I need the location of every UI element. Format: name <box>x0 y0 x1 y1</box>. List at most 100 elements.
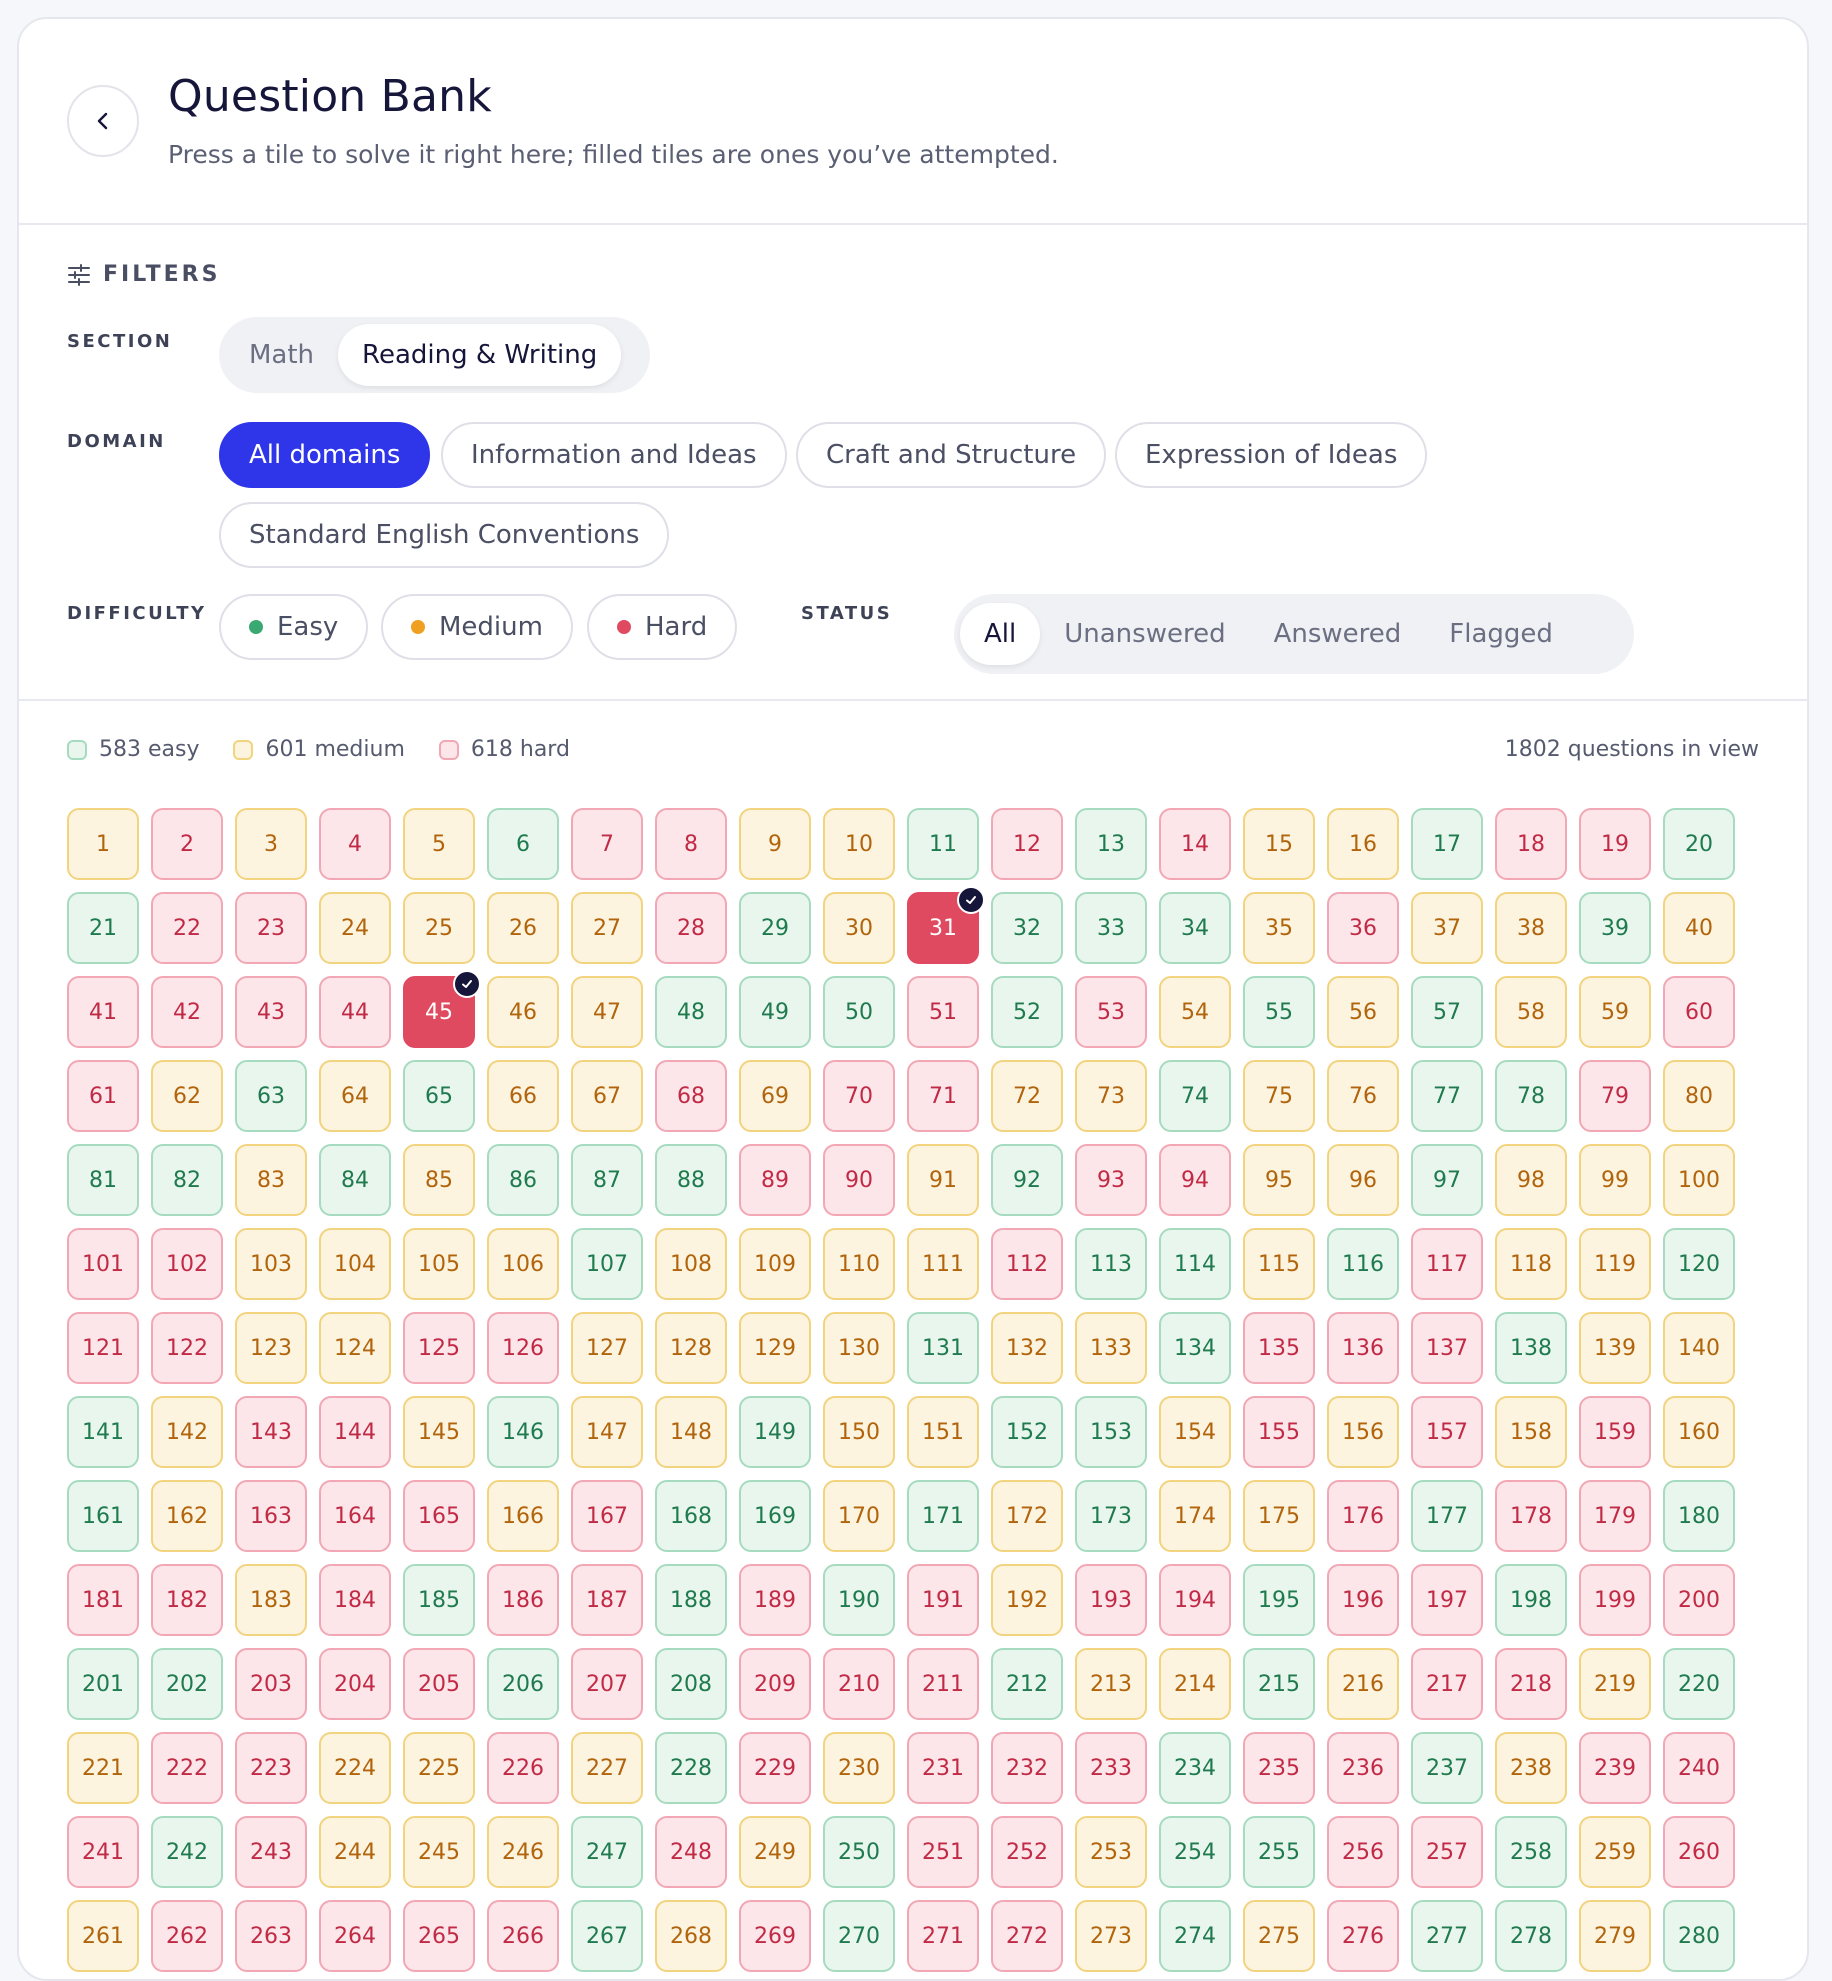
question-tile[interactable]: 91 <box>907 1144 979 1216</box>
question-tile[interactable]: 80 <box>1663 1060 1735 1132</box>
question-tile[interactable]: 23 <box>235 892 307 964</box>
question-tile[interactable]: 73 <box>1075 1060 1147 1132</box>
question-tile[interactable]: 20 <box>1663 808 1735 880</box>
question-tile[interactable]: 131 <box>907 1312 979 1384</box>
question-tile[interactable]: 53 <box>1075 976 1147 1048</box>
question-tile[interactable]: 214 <box>1159 1648 1231 1720</box>
section-option-math[interactable]: Math <box>225 324 338 386</box>
question-tile[interactable]: 242 <box>151 1816 223 1888</box>
question-tile[interactable]: 259 <box>1579 1816 1651 1888</box>
question-tile[interactable]: 108 <box>655 1228 727 1300</box>
question-tile[interactable]: 170 <box>823 1480 895 1552</box>
question-tile[interactable]: 177 <box>1411 1480 1483 1552</box>
question-tile[interactable]: 92 <box>991 1144 1063 1216</box>
question-tile[interactable]: 183 <box>235 1564 307 1636</box>
question-tile[interactable]: 139 <box>1579 1312 1651 1384</box>
question-tile[interactable]: 40 <box>1663 892 1735 964</box>
question-tile[interactable]: 229 <box>739 1732 811 1804</box>
question-tile[interactable]: 169 <box>739 1480 811 1552</box>
question-tile[interactable]: 26 <box>487 892 559 964</box>
question-tile[interactable]: 227 <box>571 1732 643 1804</box>
question-tile[interactable]: 191 <box>907 1564 979 1636</box>
question-tile[interactable]: 221 <box>67 1732 139 1804</box>
question-tile[interactable]: 194 <box>1159 1564 1231 1636</box>
question-tile[interactable]: 266 <box>487 1900 559 1972</box>
question-tile[interactable]: 161 <box>67 1480 139 1552</box>
question-tile[interactable]: 60 <box>1663 976 1735 1048</box>
question-tile[interactable]: 136 <box>1327 1312 1399 1384</box>
question-tile[interactable]: 69 <box>739 1060 811 1132</box>
question-tile[interactable]: 256 <box>1327 1816 1399 1888</box>
question-tile[interactable]: 188 <box>655 1564 727 1636</box>
question-tile[interactable]: 195 <box>1243 1564 1315 1636</box>
difficulty-chip-hard[interactable]: Hard <box>587 594 738 660</box>
question-tile[interactable]: 37 <box>1411 892 1483 964</box>
question-tile[interactable]: 103 <box>235 1228 307 1300</box>
question-tile[interactable]: 267 <box>571 1900 643 1972</box>
question-tile[interactable]: 205 <box>403 1648 475 1720</box>
question-tile[interactable]: 185 <box>403 1564 475 1636</box>
question-tile[interactable]: 106 <box>487 1228 559 1300</box>
question-tile[interactable]: 244 <box>319 1816 391 1888</box>
back-button[interactable] <box>67 85 139 157</box>
question-tile[interactable]: 249 <box>739 1816 811 1888</box>
question-tile[interactable]: 67 <box>571 1060 643 1132</box>
question-tile[interactable]: 120 <box>1663 1228 1735 1300</box>
question-tile[interactable]: 243 <box>235 1816 307 1888</box>
question-tile[interactable]: 76 <box>1327 1060 1399 1132</box>
question-tile[interactable]: 50 <box>823 976 895 1048</box>
question-tile[interactable]: 116 <box>1327 1228 1399 1300</box>
question-tile[interactable]: 47 <box>571 976 643 1048</box>
question-tile[interactable]: 111 <box>907 1228 979 1300</box>
question-tile[interactable]: 250 <box>823 1816 895 1888</box>
question-tile[interactable]: 132 <box>991 1312 1063 1384</box>
question-tile[interactable]: 246 <box>487 1816 559 1888</box>
question-tile[interactable]: 119 <box>1579 1228 1651 1300</box>
question-tile[interactable]: 57 <box>1411 976 1483 1048</box>
question-tile[interactable]: 160 <box>1663 1396 1735 1468</box>
question-tile[interactable]: 257 <box>1411 1816 1483 1888</box>
question-tile[interactable]: 123 <box>235 1312 307 1384</box>
question-tile[interactable]: 150 <box>823 1396 895 1468</box>
question-tile[interactable]: 125 <box>403 1312 475 1384</box>
question-tile[interactable]: 217 <box>1411 1648 1483 1720</box>
question-tile[interactable]: 280 <box>1663 1900 1735 1972</box>
question-tile[interactable]: 99 <box>1579 1144 1651 1216</box>
question-tile[interactable]: 247 <box>571 1816 643 1888</box>
question-tile[interactable]: 42 <box>151 976 223 1048</box>
question-tile[interactable]: 255 <box>1243 1816 1315 1888</box>
question-tile[interactable]: 12 <box>991 808 1063 880</box>
question-tile[interactable]: 184 <box>319 1564 391 1636</box>
question-tile[interactable]: 113 <box>1075 1228 1147 1300</box>
question-tile[interactable]: 252 <box>991 1816 1063 1888</box>
question-tile[interactable]: 74 <box>1159 1060 1231 1132</box>
status-option-all[interactable]: All <box>960 603 1041 665</box>
question-tile[interactable]: 143 <box>235 1396 307 1468</box>
question-tile[interactable]: 231 <box>907 1732 979 1804</box>
question-tile[interactable]: 66 <box>487 1060 559 1132</box>
question-tile[interactable]: 147 <box>571 1396 643 1468</box>
question-tile[interactable]: 258 <box>1495 1816 1567 1888</box>
question-tile[interactable]: 220 <box>1663 1648 1735 1720</box>
question-tile[interactable]: 251 <box>907 1816 979 1888</box>
question-tile[interactable]: 271 <box>907 1900 979 1972</box>
question-tile[interactable]: 176 <box>1327 1480 1399 1552</box>
question-tile[interactable]: 226 <box>487 1732 559 1804</box>
question-tile[interactable]: 29 <box>739 892 811 964</box>
question-tile[interactable]: 164 <box>319 1480 391 1552</box>
question-tile[interactable]: 154 <box>1159 1396 1231 1468</box>
question-tile[interactable]: 178 <box>1495 1480 1567 1552</box>
question-tile[interactable]: 87 <box>571 1144 643 1216</box>
question-tile[interactable]: 32 <box>991 892 1063 964</box>
question-tile[interactable]: 278 <box>1495 1900 1567 1972</box>
question-tile[interactable]: 180 <box>1663 1480 1735 1552</box>
question-tile[interactable]: 44 <box>319 976 391 1048</box>
question-tile[interactable]: 83 <box>235 1144 307 1216</box>
question-tile[interactable]: 165 <box>403 1480 475 1552</box>
question-tile[interactable]: 223 <box>235 1732 307 1804</box>
question-tile[interactable]: 63 <box>235 1060 307 1132</box>
question-tile[interactable]: 198 <box>1495 1564 1567 1636</box>
question-tile[interactable]: 196 <box>1327 1564 1399 1636</box>
question-tile[interactable]: 104 <box>319 1228 391 1300</box>
question-tile[interactable]: 260 <box>1663 1816 1735 1888</box>
